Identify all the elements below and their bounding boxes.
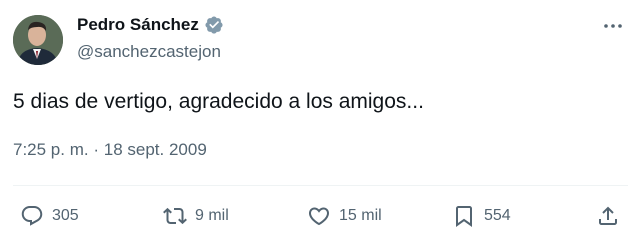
more-dots-icon	[604, 24, 622, 28]
share-button[interactable]	[596, 198, 620, 234]
tweet-date: 18 sept. 2009	[103, 140, 207, 159]
action-bar: 305 9 mil 15 mil 554	[0, 198, 630, 234]
bookmark-count: 554	[484, 207, 511, 224]
author-row: Pedro Sánchez	[77, 15, 224, 35]
reply-icon	[21, 206, 43, 226]
timestamp[interactable]: 7:25 p. m. · 18 sept. 2009	[13, 138, 207, 162]
author-handle[interactable]: @sanchezcastejon	[77, 42, 221, 62]
more-options-button[interactable]	[598, 16, 628, 36]
reply-button[interactable]: 305	[20, 198, 79, 234]
divider	[13, 185, 628, 186]
reply-count: 305	[52, 207, 79, 224]
retweet-count: 9 mil	[195, 207, 229, 224]
verified-badge-icon	[205, 16, 223, 34]
like-button[interactable]: 15 mil	[307, 198, 382, 234]
retweet-icon	[163, 207, 187, 225]
like-count: 15 mil	[339, 207, 382, 224]
bookmark-icon	[456, 206, 472, 227]
share-icon	[599, 206, 617, 225]
profile-photo	[13, 15, 63, 65]
tweet-card: Pedro Sánchez @sanchezcastejon 5 dias de…	[0, 0, 630, 249]
avatar[interactable]	[13, 15, 63, 65]
heart-icon	[308, 207, 330, 226]
tweet-time: 7:25 p. m.	[13, 140, 89, 159]
author-name[interactable]: Pedro Sánchez	[77, 15, 199, 35]
retweet-button[interactable]: 9 mil	[163, 198, 229, 234]
bookmark-button[interactable]: 554	[452, 198, 511, 234]
tweet-text: 5 dias de vertigo, agradecido a los amig…	[13, 90, 424, 113]
time-separator: ·	[93, 140, 100, 159]
